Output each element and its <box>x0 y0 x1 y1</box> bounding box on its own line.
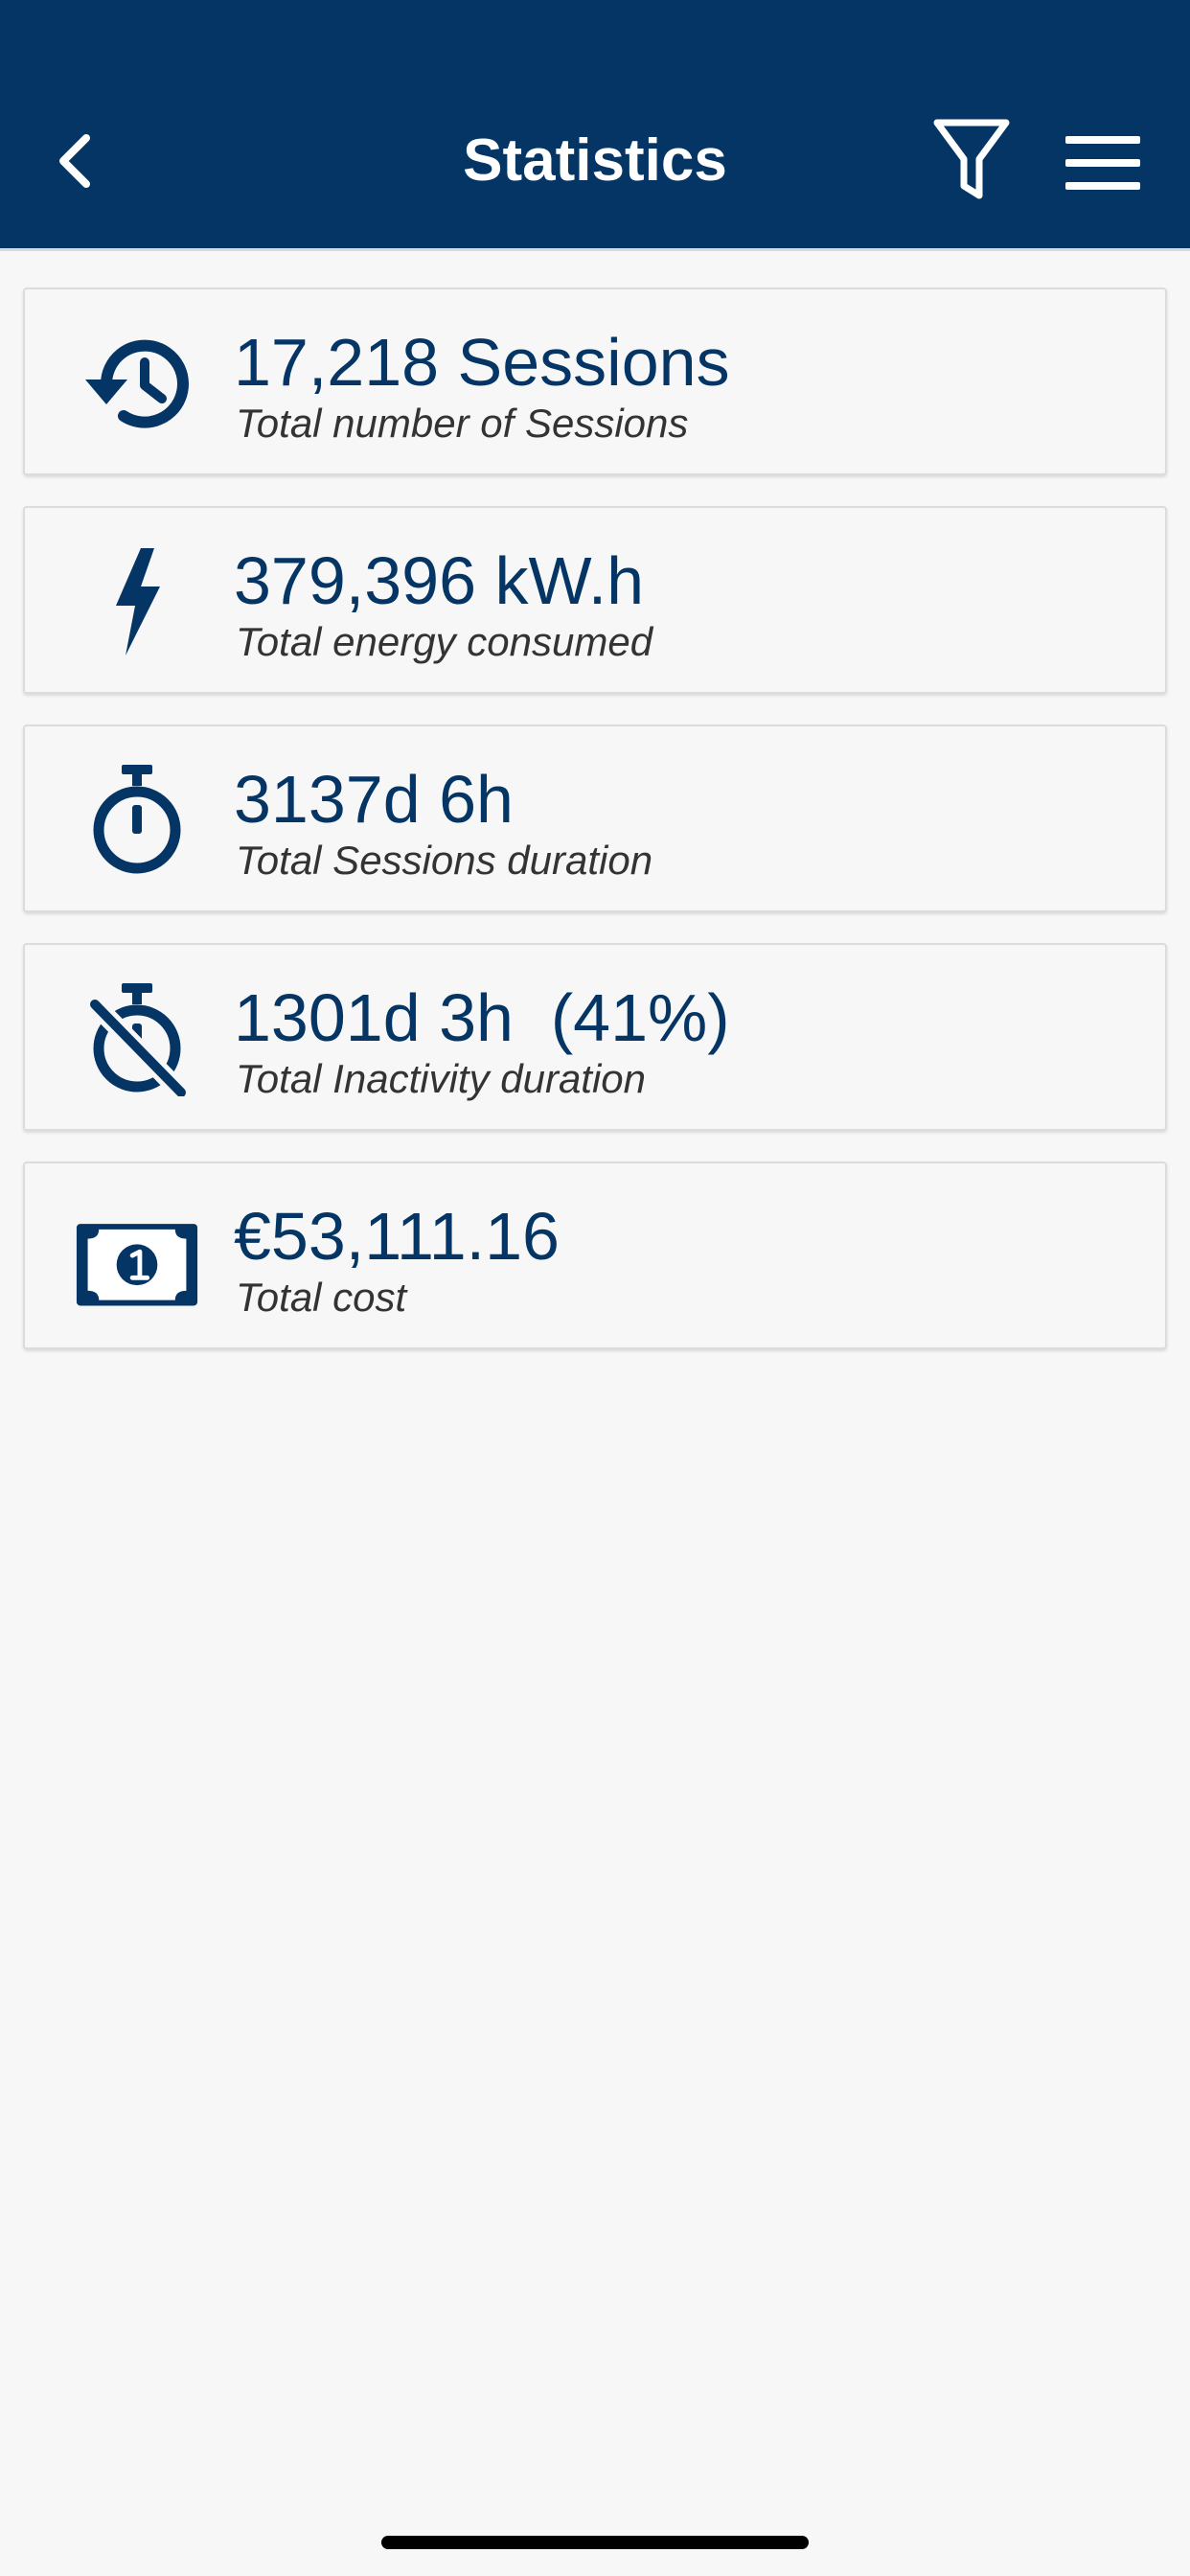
duration-value: 3137d 6h <box>234 762 514 837</box>
stat-card-inactivity: 1301d 3h (41%) Total Inactivity duration <box>23 943 1167 1131</box>
lightning-bolt-icon <box>75 544 199 659</box>
stat-card-sessions: 17,218 Sessions Total number of Sessions <box>23 288 1167 475</box>
stopwatch-icon <box>75 763 199 878</box>
hamburger-menu-icon <box>1065 136 1140 190</box>
home-indicator <box>381 2536 809 2549</box>
cost-value: €53,111.16 <box>234 1199 560 1274</box>
stat-card-cost: €53,111.16 Total cost <box>23 1162 1167 1349</box>
history-icon <box>75 326 199 441</box>
banknote-icon <box>75 1200 199 1315</box>
duration-label: Total Sessions duration <box>236 838 653 883</box>
sessions-label: Total number of Sessions <box>236 401 689 446</box>
stat-card-energy: 379,396 kW.h Total energy consumed <box>23 506 1167 694</box>
filter-button[interactable] <box>931 117 1012 203</box>
filter-icon <box>933 119 1010 199</box>
energy-value: 379,396 kW.h <box>234 543 645 618</box>
inactivity-label: Total Inactivity duration <box>236 1056 647 1101</box>
stat-card-duration: 3137d 6h Total Sessions duration <box>23 724 1167 912</box>
energy-label: Total energy consumed <box>236 619 653 664</box>
sessions-value: 17,218 Sessions <box>234 325 730 400</box>
cost-label: Total cost <box>236 1275 407 1320</box>
app-header: Statistics <box>0 0 1190 251</box>
stopwatch-off-icon <box>75 981 199 1096</box>
menu-button[interactable] <box>1062 128 1144 197</box>
inactivity-value: 1301d 3h (41%) <box>234 980 730 1055</box>
